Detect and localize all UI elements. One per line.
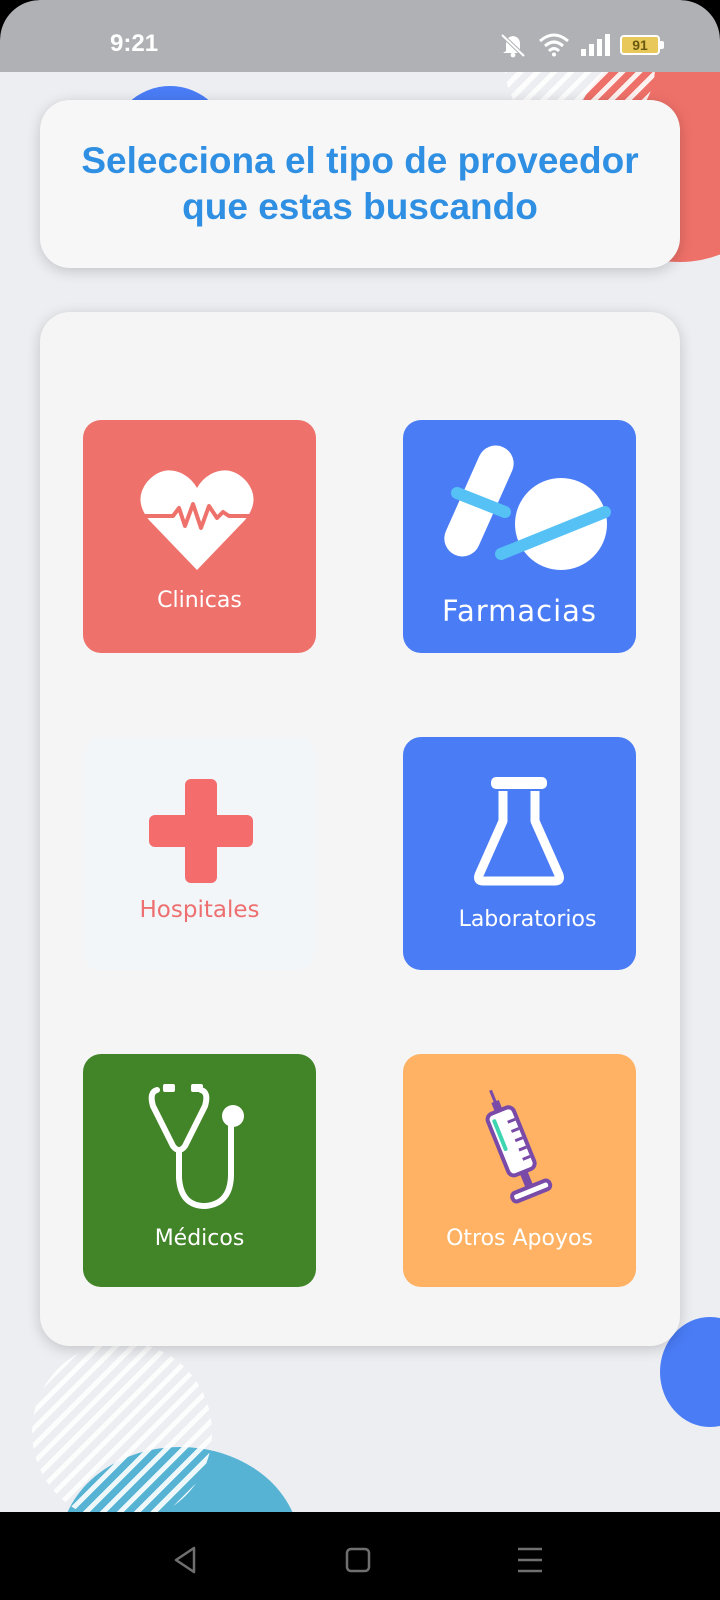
- medical-cross-icon: [149, 779, 253, 883]
- clinicas-tile[interactable]: Clinicas: [83, 420, 316, 653]
- hospitales-tile[interactable]: Hospitales: [83, 737, 316, 970]
- heart-pulse-icon: [140, 470, 254, 570]
- category-label: Hospitales: [139, 897, 260, 923]
- system-nav-bar: [0, 1512, 720, 1600]
- battery-level: 91: [620, 35, 660, 55]
- home-icon[interactable]: [338, 1540, 378, 1580]
- category-grid: Clinicas Farmacias Hospitales Laboratori…: [40, 312, 680, 1346]
- otros-apoyos-tile[interactable]: Otros Apoyos: [403, 1054, 636, 1287]
- decor-stripes: [32, 1342, 212, 1512]
- category-label: Clinicas: [157, 588, 242, 613]
- category-label: Laboratorios: [458, 907, 597, 932]
- stethoscope-icon: [148, 1084, 244, 1210]
- battery-icon: 91: [620, 35, 664, 55]
- page-title: Selecciona el tipo de proveedor que esta…: [81, 140, 639, 227]
- menu-icon[interactable]: [510, 1540, 550, 1580]
- pills-icon: [444, 445, 611, 570]
- category-label: Médicos: [154, 1226, 245, 1251]
- phone-frame: 9:21 91 Selecciona el tipo de proveedor …: [0, 0, 720, 1600]
- wifi-icon: [539, 33, 569, 57]
- signal-icon: [581, 34, 610, 56]
- laboratorios-tile[interactable]: Laboratorios: [403, 737, 636, 970]
- medicos-tile[interactable]: Médicos: [83, 1054, 316, 1287]
- back-icon[interactable]: [166, 1540, 206, 1580]
- farmacias-tile[interactable]: Farmacias: [403, 420, 636, 653]
- title-card: Selecciona el tipo de proveedor que esta…: [40, 100, 680, 268]
- status-time: 9:21: [110, 30, 159, 57]
- category-label: Farmacias: [441, 594, 598, 628]
- status-bar: 9:21 91: [0, 0, 720, 72]
- flask-icon: [474, 777, 564, 886]
- syringe-icon: [485, 1089, 553, 1204]
- status-icons: 91: [498, 32, 664, 58]
- provider-selection-screen: Selecciona el tipo de proveedor que esta…: [0, 72, 720, 1512]
- category-label: Otros Apoyos: [446, 1226, 593, 1251]
- mute-icon: [500, 33, 526, 58]
